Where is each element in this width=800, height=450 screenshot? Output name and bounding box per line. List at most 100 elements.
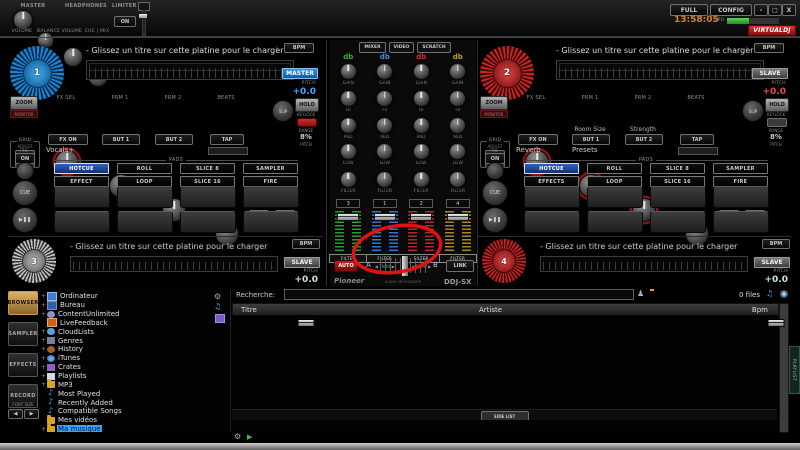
low-knob[interactable] xyxy=(376,143,393,160)
tree-item-label[interactable]: Most Played xyxy=(57,390,101,398)
mid-knob[interactable] xyxy=(340,117,357,134)
low-knob[interactable] xyxy=(413,143,430,160)
pad-mode-button[interactable]: HOTCUE xyxy=(524,163,579,174)
deck1-zoom-button[interactable]: ZOOM xyxy=(10,96,38,110)
pad-mode-button[interactable]: SLICE 8 xyxy=(650,163,705,174)
deck2-keylock-button[interactable] xyxy=(767,118,787,127)
master-level-slider[interactable] xyxy=(138,2,148,34)
deck2-jogwheel[interactable]: 2 xyxy=(480,46,534,100)
tree-item-label[interactable]: History xyxy=(57,345,84,353)
tree-item[interactable]: + Bureau xyxy=(40,301,230,310)
pad[interactable] xyxy=(117,186,173,208)
gain-knob[interactable] xyxy=(449,63,466,80)
tree-item-label[interactable]: Crates xyxy=(57,363,82,371)
tree-item[interactable]: Mes vidéos xyxy=(40,416,230,425)
mid-knob[interactable] xyxy=(376,117,393,134)
tree-item[interactable]: + Genres xyxy=(40,336,230,345)
pad[interactable] xyxy=(587,186,643,208)
tree-item[interactable]: + MP3 xyxy=(40,380,230,389)
pitch-cap[interactable] xyxy=(768,319,785,327)
deck4-track-title[interactable]: - Glissez un titre sur cette platine pou… xyxy=(540,242,750,251)
filter-knob[interactable] xyxy=(449,171,466,188)
deck4-bpm-button[interactable]: BPM xyxy=(762,239,790,249)
search-input[interactable] xyxy=(284,289,634,300)
tree-item-label[interactable]: CloudLists xyxy=(57,328,95,336)
pad[interactable] xyxy=(180,186,236,208)
pad-mode-button[interactable]: SAMPLER xyxy=(713,163,768,174)
expander-icon[interactable]: + xyxy=(40,293,47,300)
tree-item[interactable]: LiveFeedback xyxy=(40,319,230,328)
deck3-bpm-button[interactable]: BPM xyxy=(292,239,320,249)
pad[interactable] xyxy=(117,211,173,233)
playlist-tab[interactable]: PLAYLIST xyxy=(789,346,800,394)
deck2-hold-button[interactable]: HOLD xyxy=(765,98,789,112)
tree-item-label[interactable]: MP3 xyxy=(57,381,74,389)
deck1-cue-button[interactable]: CUE xyxy=(12,180,38,206)
pad[interactable] xyxy=(243,186,299,208)
expander-icon[interactable]: + xyxy=(40,328,47,335)
deck1-play-button[interactable]: ▶❚❚ xyxy=(12,207,38,233)
tree-item-label[interactable]: Compatible Songs xyxy=(57,407,123,415)
deck3-jogwheel[interactable]: 3 xyxy=(12,239,56,283)
autoplay-icon[interactable] xyxy=(247,433,252,441)
gain-knob[interactable] xyxy=(413,63,430,80)
mixer-tab[interactable]: SCRATCH xyxy=(417,42,450,53)
deck3-waveform[interactable] xyxy=(70,256,278,272)
tree-item[interactable]: + History xyxy=(40,345,230,354)
low-knob[interactable] xyxy=(340,143,357,160)
expander-icon[interactable]: + xyxy=(40,364,47,371)
tree-item[interactable]: Compatible Songs xyxy=(40,407,230,416)
close-button[interactable]: X xyxy=(782,4,796,16)
pad[interactable] xyxy=(243,211,299,233)
mid-knob[interactable] xyxy=(413,117,430,134)
tree-item-label[interactable]: iTunes xyxy=(57,354,81,362)
tree-item[interactable]: + iTunes xyxy=(40,354,230,363)
pad[interactable] xyxy=(180,211,236,233)
tree-item-label[interactable]: Bureau xyxy=(59,301,86,309)
maximize-button[interactable]: □ xyxy=(768,4,782,16)
pad[interactable] xyxy=(650,186,706,208)
mid-knob[interactable] xyxy=(449,117,466,134)
pad[interactable] xyxy=(524,186,580,208)
deck4-sync-badge[interactable]: SLAVE xyxy=(754,257,790,268)
deck1-slip-button[interactable]: SLIP xyxy=(272,100,294,122)
fader-cap[interactable] xyxy=(374,213,396,221)
deck3-track-title[interactable]: - Glissez un titre sur cette platine pou… xyxy=(70,242,280,251)
pad-mode-button[interactable]: ROLL xyxy=(117,163,172,174)
pad[interactable] xyxy=(650,211,706,233)
pad-mode-button[interactable]: SAMPLER xyxy=(243,163,298,174)
tree-item[interactable]: + Crates xyxy=(40,363,230,372)
limiter-on-button[interactable]: ON xyxy=(114,16,136,27)
tree-item-label[interactable]: Mes vidéos xyxy=(57,416,98,424)
gain-knob[interactable] xyxy=(376,63,393,80)
automix-icon[interactable] xyxy=(214,302,221,311)
deck2-but1-button[interactable]: BUT 1 xyxy=(572,134,610,145)
deck1-jogwheel[interactable]: 1 xyxy=(10,46,64,100)
deck1-waveform[interactable] xyxy=(86,60,294,80)
cd-drive-icon[interactable] xyxy=(780,290,788,298)
tracklist-body[interactable] xyxy=(232,315,777,409)
tree-item[interactable]: + Ordinateur xyxy=(40,292,230,301)
fader-cap[interactable] xyxy=(410,213,432,221)
deck1-but2-button[interactable]: BUT 2 xyxy=(155,134,193,145)
pad[interactable] xyxy=(524,211,580,233)
tree-item-label[interactable]: Ordinateur xyxy=(59,292,99,300)
panel-button[interactable]: SAMPLER xyxy=(8,322,38,346)
pad-mode-button[interactable]: ROLL xyxy=(587,163,642,174)
expander-icon[interactable]: + xyxy=(40,346,47,353)
gain-knob[interactable] xyxy=(340,63,357,80)
deck2-zoom-button[interactable]: ZOOM xyxy=(480,96,508,110)
netsearch-icon[interactable] xyxy=(766,289,773,298)
deck2-tap-button[interactable]: TAP xyxy=(680,134,714,145)
panel-button[interactable]: EFFECTS xyxy=(8,353,38,377)
deck2-but2-button[interactable]: BUT 2 xyxy=(625,134,663,145)
search-user-icon[interactable] xyxy=(637,289,644,298)
column-title[interactable]: Titre xyxy=(241,306,257,314)
column-bpm[interactable]: Bpm xyxy=(752,306,768,314)
hi-knob[interactable] xyxy=(449,90,466,107)
pad[interactable] xyxy=(587,211,643,233)
fader-cap[interactable] xyxy=(337,213,359,221)
pad[interactable] xyxy=(713,211,769,233)
options-gear-icon[interactable] xyxy=(234,432,241,441)
pad-mode-button[interactable]: HOTCUE xyxy=(54,163,109,174)
